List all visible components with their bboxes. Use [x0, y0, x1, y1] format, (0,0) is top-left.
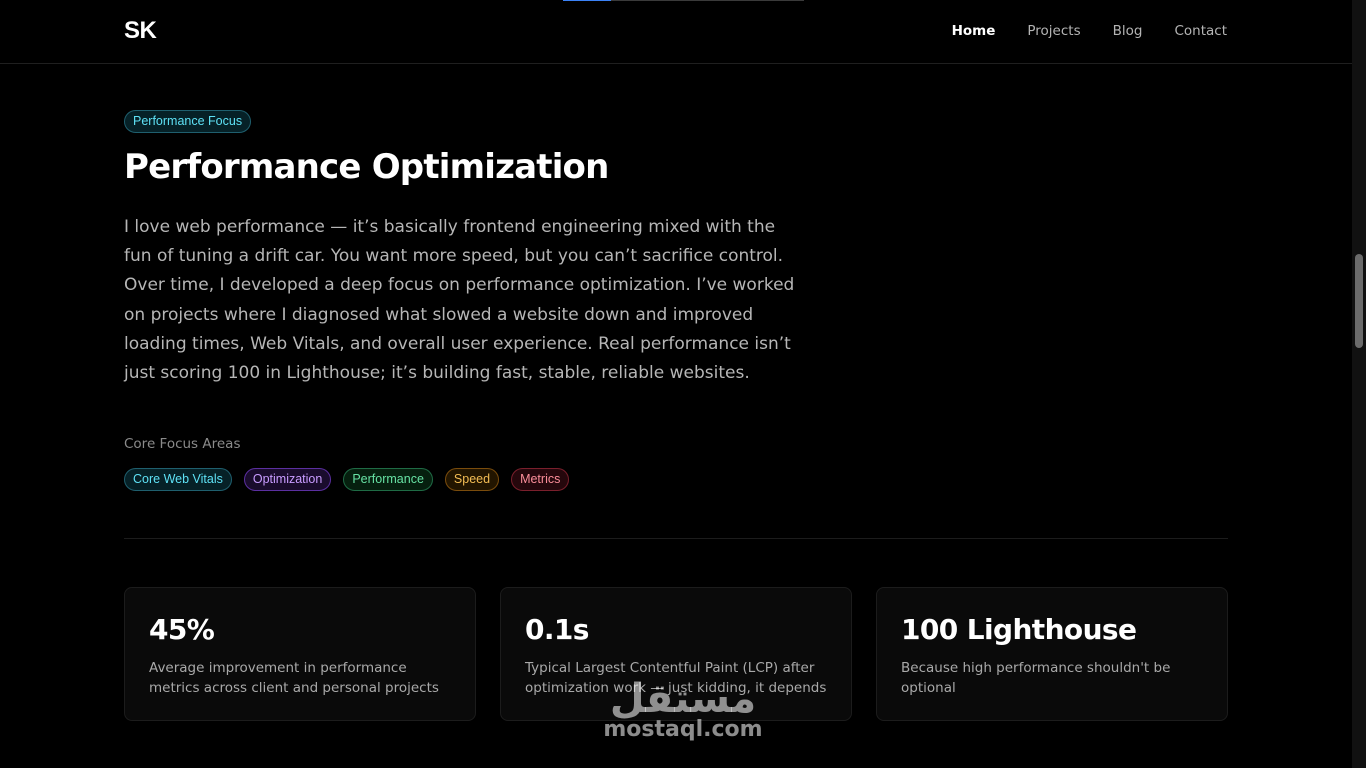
stat-description: Average improvement in performance metri… [149, 660, 439, 696]
nav-link-contact[interactable]: Contact [1174, 23, 1227, 39]
nav-link-home[interactable]: Home [952, 23, 996, 39]
nav-links: Home Projects Blog Contact [952, 23, 1227, 39]
intro-paragraph: I love web performance — it’s basically … [124, 217, 795, 384]
tag-performance: Performance [343, 468, 433, 491]
watermark: مستقل mostaql.com [598, 676, 768, 742]
watermark-latin: mostaql.com [603, 717, 763, 742]
page-scrollbar[interactable] [1352, 0, 1366, 768]
logo[interactable]: SK [124, 17, 157, 45]
tag-metrics: Metrics [511, 468, 570, 491]
stat-card: 45% Average improvement in performance m… [124, 587, 476, 721]
main-content: Performance Focus Performance Optimizati… [124, 110, 1228, 721]
scrollbar-thumb[interactable] [1355, 254, 1363, 348]
watermark-arabic: مستقل [609, 676, 757, 722]
focus-areas-label: Core Focus Areas [124, 436, 241, 452]
stat-value: 45% [149, 613, 215, 646]
stat-value: 100 Lighthouse [901, 613, 1137, 646]
section-badge: Performance Focus [124, 110, 252, 133]
tag-optimization: Optimization [243, 468, 332, 491]
stat-card: 100 Lighthouse Because high performance … [876, 587, 1228, 721]
top-navigation: SK Home Projects Blog Contact [0, 0, 1352, 64]
nav-link-projects[interactable]: Projects [1027, 23, 1080, 39]
tag-speed: Speed [444, 468, 500, 491]
nav-link-blog[interactable]: Blog [1113, 23, 1143, 39]
section-divider [124, 538, 1228, 539]
page-title: Performance Optimization [124, 147, 609, 187]
tag-core-web-vitals: Core Web Vitals [124, 468, 232, 491]
stat-value: 0.1s [525, 613, 589, 646]
focus-tags: Core Web Vitals Optimization Performance… [124, 468, 570, 491]
stat-description: Because high performance shouldn't be op… [901, 660, 1171, 696]
page: SK Home Projects Blog Contact Performanc… [0, 0, 1366, 768]
